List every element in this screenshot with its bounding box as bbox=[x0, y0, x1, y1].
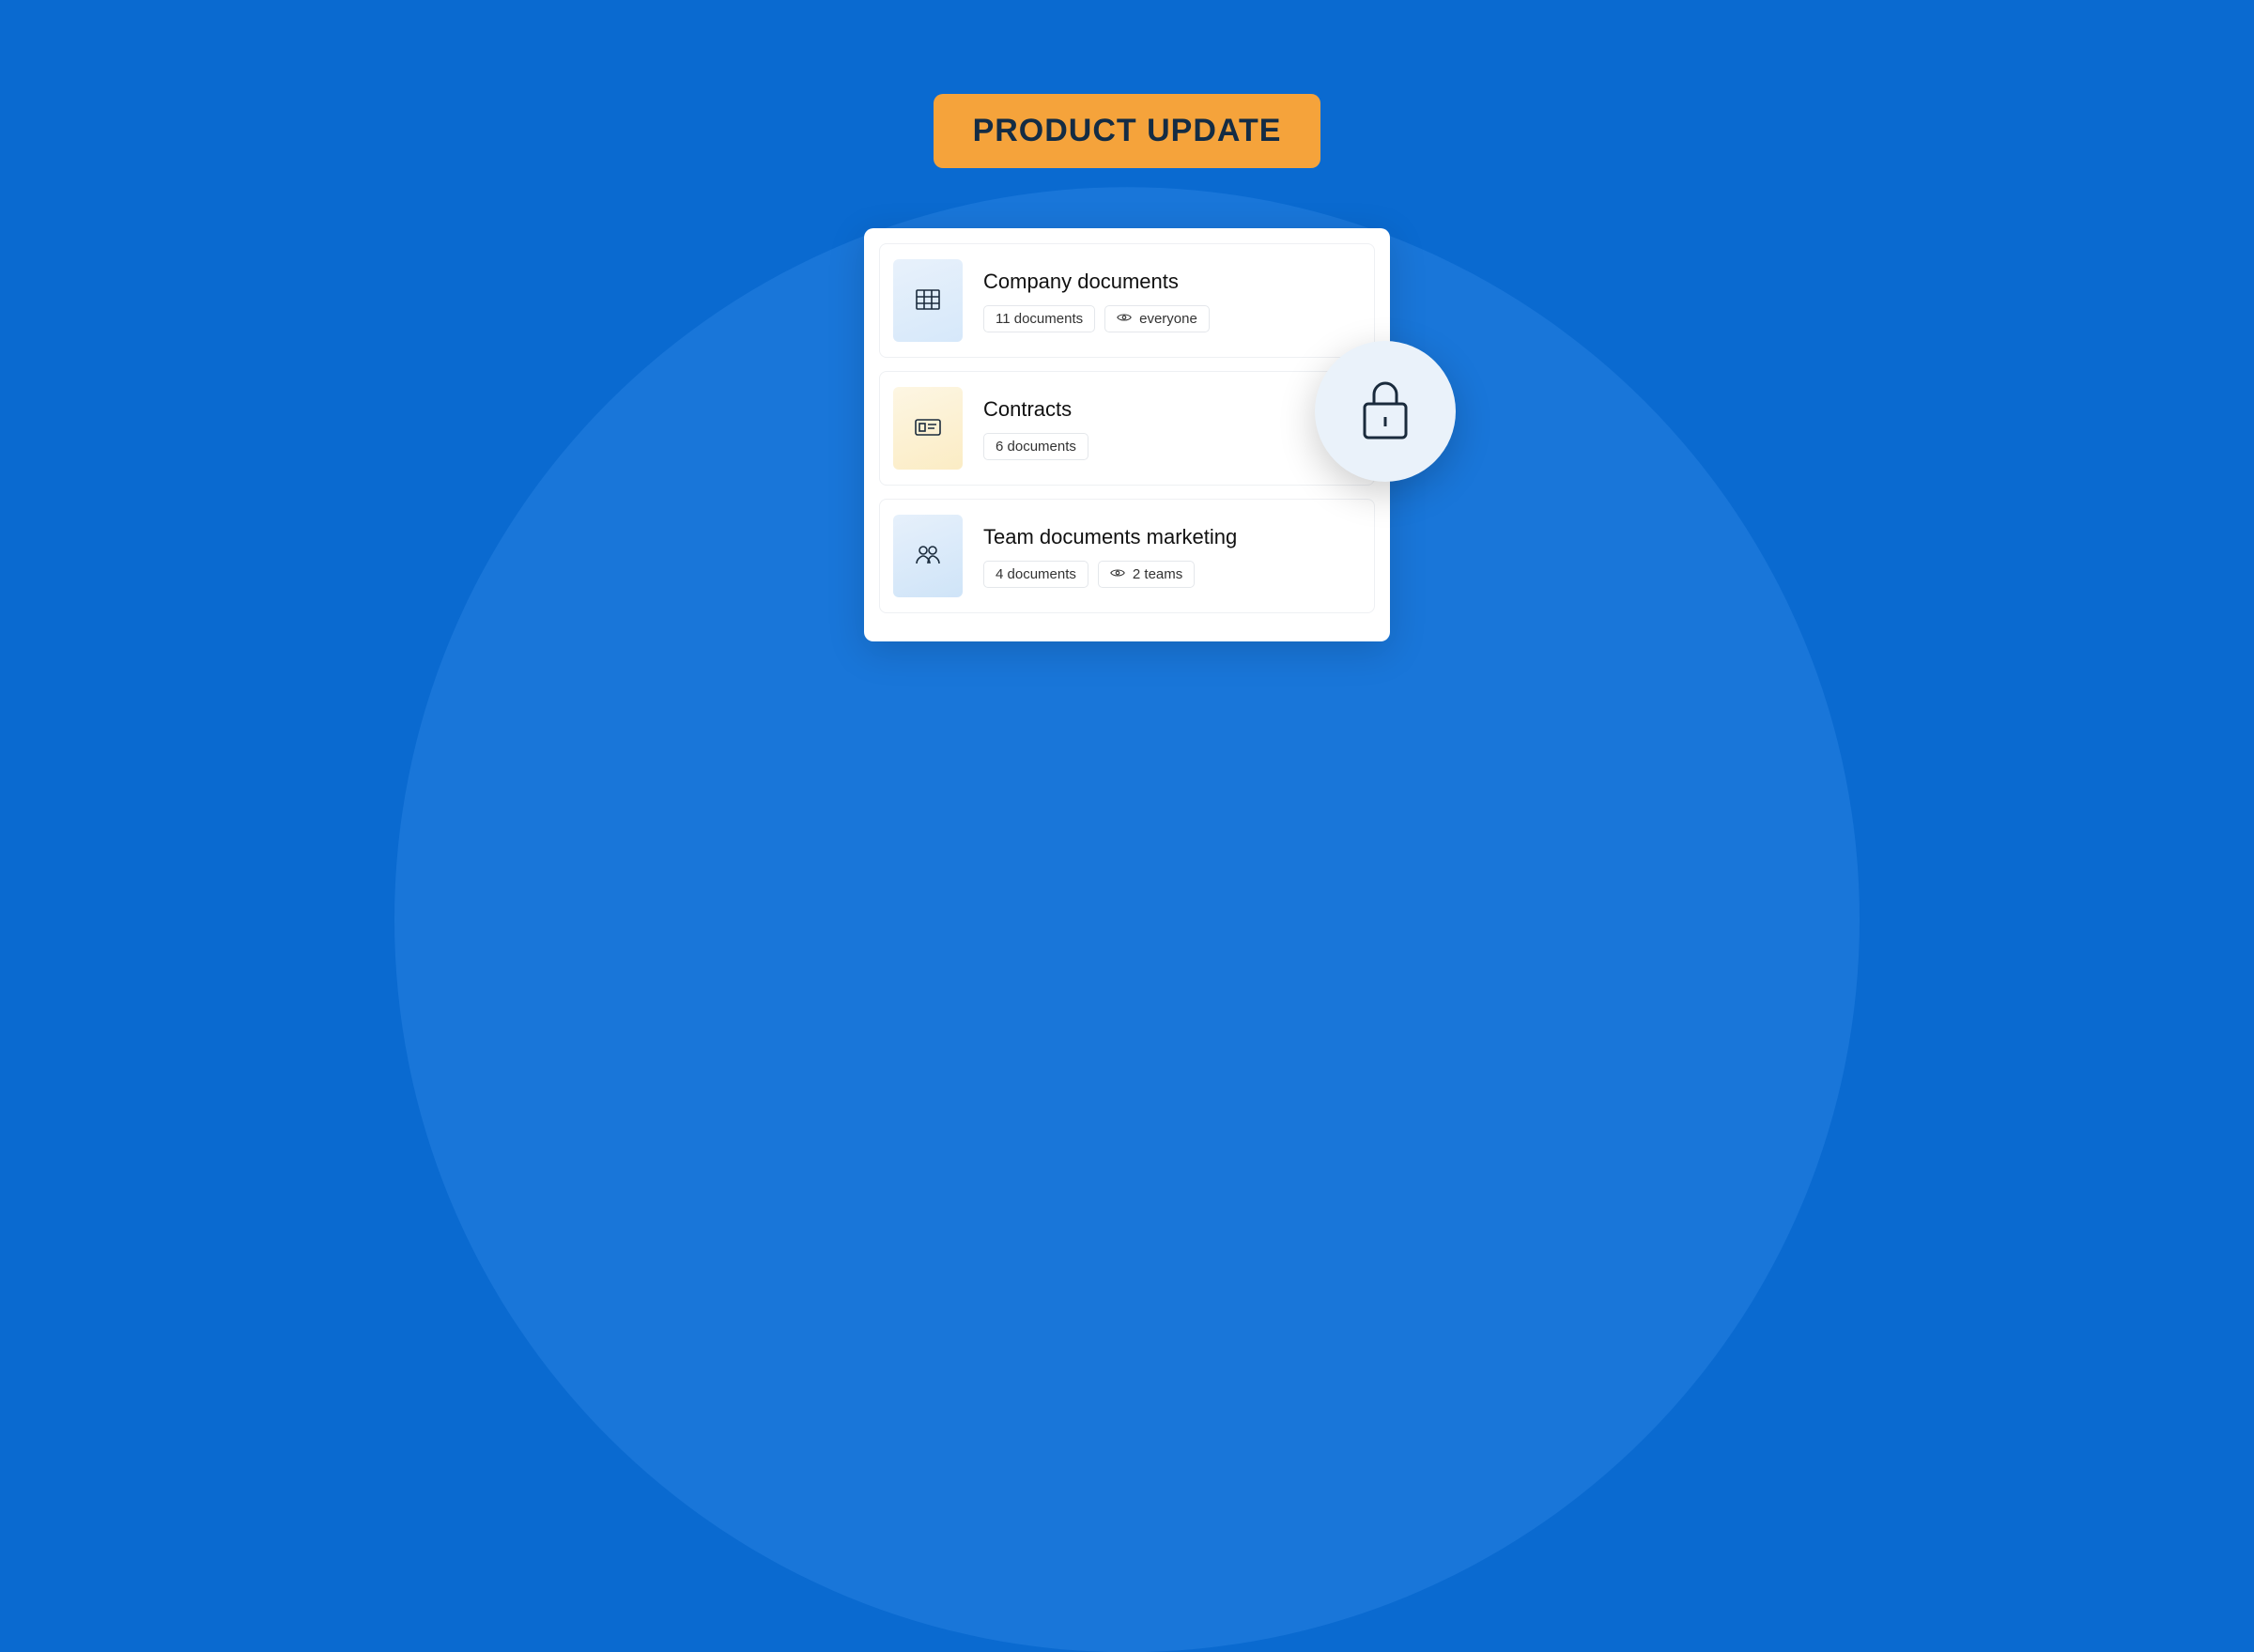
document-count-chip: 6 documents bbox=[983, 433, 1088, 460]
badge-label: PRODUCT UPDATE bbox=[973, 113, 1282, 148]
eye-icon bbox=[1117, 311, 1132, 327]
building-icon bbox=[912, 283, 944, 319]
folder-row[interactable]: Contracts 6 documents bbox=[879, 371, 1375, 486]
document-count-chip: 11 documents bbox=[983, 305, 1095, 332]
folder-row[interactable]: Company documents 11 documents everyone bbox=[879, 243, 1375, 358]
folders-card: Company documents 11 documents everyone bbox=[864, 228, 1390, 641]
product-update-badge: PRODUCT UPDATE bbox=[934, 94, 1321, 168]
folder-thumbnail bbox=[893, 387, 963, 470]
folder-title: Contracts bbox=[983, 397, 1088, 422]
document-count-chip: 4 documents bbox=[983, 561, 1088, 588]
id-card-icon bbox=[912, 410, 944, 447]
lock-badge bbox=[1315, 341, 1456, 482]
visibility-chip: 2 teams bbox=[1098, 561, 1195, 588]
eye-icon bbox=[1110, 566, 1125, 582]
folder-thumbnail bbox=[893, 515, 963, 597]
folder-title: Company documents bbox=[983, 270, 1210, 294]
visibility-chip: everyone bbox=[1104, 305, 1210, 332]
folder-row[interactable]: Team documents marketing 4 documents 2 t… bbox=[879, 499, 1375, 613]
folder-title: Team documents marketing bbox=[983, 525, 1237, 549]
folder-thumbnail bbox=[893, 259, 963, 342]
people-icon bbox=[912, 538, 944, 575]
lock-icon bbox=[1357, 376, 1413, 448]
